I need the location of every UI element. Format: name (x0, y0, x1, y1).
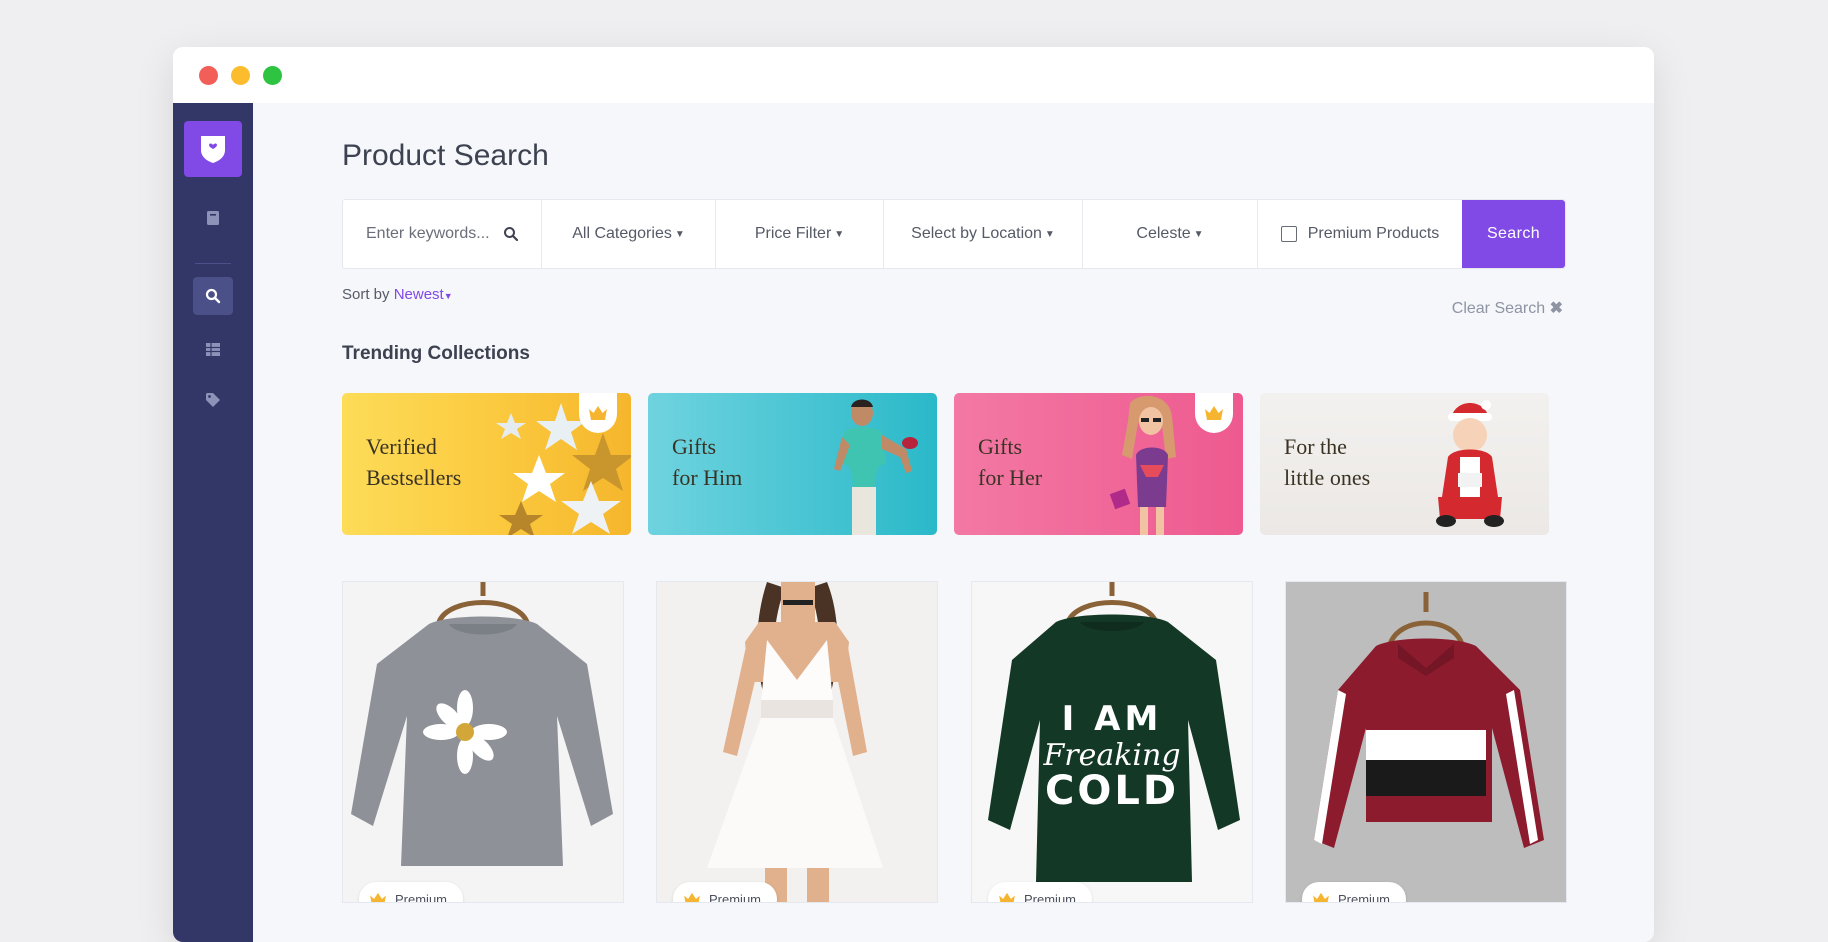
sort-value: Newest (393, 286, 444, 303)
crown-icon (1313, 892, 1329, 902)
page-title: Product Search (342, 139, 549, 172)
print-line-1: I AM (1062, 699, 1163, 739)
categories-value: All Categories (572, 225, 672, 242)
app-logo[interactable] (184, 121, 242, 177)
sidebar-item-tags[interactable] (193, 381, 233, 419)
search-icon[interactable] (503, 226, 519, 242)
green-sweater-image: I AM Freaking COLD (972, 582, 1252, 902)
caret-down-icon: ▼ (1193, 228, 1204, 240)
premium-checkbox-label: Premium Products (1307, 225, 1440, 242)
premium-badge-label: Premium (1024, 891, 1077, 903)
product-card-white-dress[interactable]: Premium (656, 581, 938, 903)
collection-title-line2: little ones (1284, 465, 1371, 490)
caret-down-icon: ▼ (674, 228, 685, 240)
product-card-green-sweater[interactable]: I AM Freaking COLD Premium (971, 581, 1253, 903)
premium-badge: Premium (1302, 882, 1407, 903)
sort-dropdown[interactable]: Newest▼ (394, 286, 453, 303)
crown-icon (999, 892, 1015, 902)
main-content: Product Search Enter keywords... All Cat… (253, 103, 1654, 942)
maximize-window-button[interactable] (263, 66, 282, 85)
collection-title: For the little ones (1284, 431, 1370, 493)
baby-figure-illustration (1436, 400, 1504, 527)
close-window-button[interactable] (199, 66, 218, 85)
price-filter-dropdown[interactable]: Price Filter ▼ (716, 200, 884, 268)
collection-title-line1: For the (1284, 434, 1347, 459)
keywords-input[interactable]: Enter keywords... (343, 200, 542, 268)
premium-badge-label: Premium (1338, 891, 1391, 903)
collection-title-line2: Bestsellers (366, 465, 462, 490)
trending-collections-title: Trending Collections (342, 343, 530, 364)
man-figure-illustration (834, 399, 918, 535)
sidebar-divider (195, 263, 231, 264)
notebook-icon (207, 211, 219, 225)
shield-heart-icon (201, 136, 225, 163)
premium-badge-label: Premium (395, 891, 448, 903)
tag-icon (206, 393, 220, 407)
keywords-placeholder: Enter keywords... (366, 225, 490, 242)
window-titlebar (173, 47, 1654, 103)
browser-window: Product Search Enter keywords... All Cat… (173, 47, 1654, 942)
collection-title: Gifts for Him (672, 431, 742, 493)
premium-badge: Premium (359, 882, 464, 903)
white-dress-image (657, 582, 937, 902)
premium-badge: Premium (673, 882, 778, 903)
collection-title-line1: Gifts (978, 434, 1022, 459)
sidebar (173, 103, 253, 942)
search-icon (205, 288, 221, 304)
caret-down-icon: ▼ (443, 291, 453, 301)
user-value: Celeste (1136, 225, 1191, 242)
collection-card-gifts-for-him[interactable]: Gifts for Him (648, 393, 937, 535)
collection-title-line2: for Her (978, 465, 1043, 490)
crown-icon (684, 892, 700, 902)
collection-title-line1: Verified (366, 434, 437, 459)
price-filter-value: Price Filter (754, 225, 832, 242)
categories-dropdown[interactable]: All Categories ▼ (542, 200, 716, 268)
crown-icon (370, 892, 386, 902)
premium-badge: Premium (988, 882, 1093, 903)
collection-card-verified-bestsellers[interactable]: Verified Bestsellers (342, 393, 631, 535)
collection-card-little-ones[interactable]: For the little ones (1260, 393, 1549, 535)
sort-control: Sort by Newest▼ (342, 286, 453, 303)
product-card-red-pullover[interactable]: Premium (1285, 581, 1567, 903)
table-icon (206, 342, 220, 356)
premium-products-filter[interactable]: Premium Products (1258, 200, 1462, 268)
clear-search-label: Clear Search (1451, 300, 1546, 317)
premium-badge-label: Premium (709, 891, 762, 903)
premium-checkbox[interactable] (1280, 226, 1297, 242)
premium-badge (1195, 393, 1233, 433)
collection-title-line1: Gifts (672, 434, 716, 459)
minimize-window-button[interactable] (231, 66, 250, 85)
grey-sweater-image (343, 582, 623, 902)
sidebar-item-search[interactable] (193, 277, 233, 315)
caret-down-icon: ▼ (1044, 228, 1055, 240)
premium-badge (579, 393, 617, 433)
collection-title: Gifts for Her (978, 431, 1042, 493)
clear-search-button[interactable]: Clear Search ✖ (1452, 298, 1563, 318)
search-button[interactable]: Search (1462, 200, 1565, 268)
crown-icon (1205, 406, 1223, 420)
collection-title-line2: for Him (672, 465, 743, 490)
red-pullover-image (1286, 582, 1566, 902)
collection-title: Verified Bestsellers (366, 431, 461, 493)
product-card-grey-sweater[interactable]: Premium (342, 581, 624, 903)
search-bar: Enter keywords... All Categories ▼ Price … (342, 199, 1566, 269)
location-dropdown[interactable]: Select by Location ▼ (884, 200, 1083, 268)
sidebar-item-table[interactable] (193, 330, 233, 368)
user-dropdown[interactable]: Celeste ▼ (1083, 200, 1258, 268)
collection-card-gifts-for-her[interactable]: Gifts for Her (954, 393, 1243, 535)
sidebar-item-notes[interactable] (193, 199, 233, 237)
location-value: Select by Location (911, 225, 1042, 242)
caret-down-icon: ▼ (834, 228, 845, 240)
sort-label: Sort by (342, 286, 390, 303)
print-line-3: COLD (1045, 768, 1179, 814)
crown-icon (589, 406, 607, 420)
close-icon: ✖ (1549, 300, 1563, 317)
